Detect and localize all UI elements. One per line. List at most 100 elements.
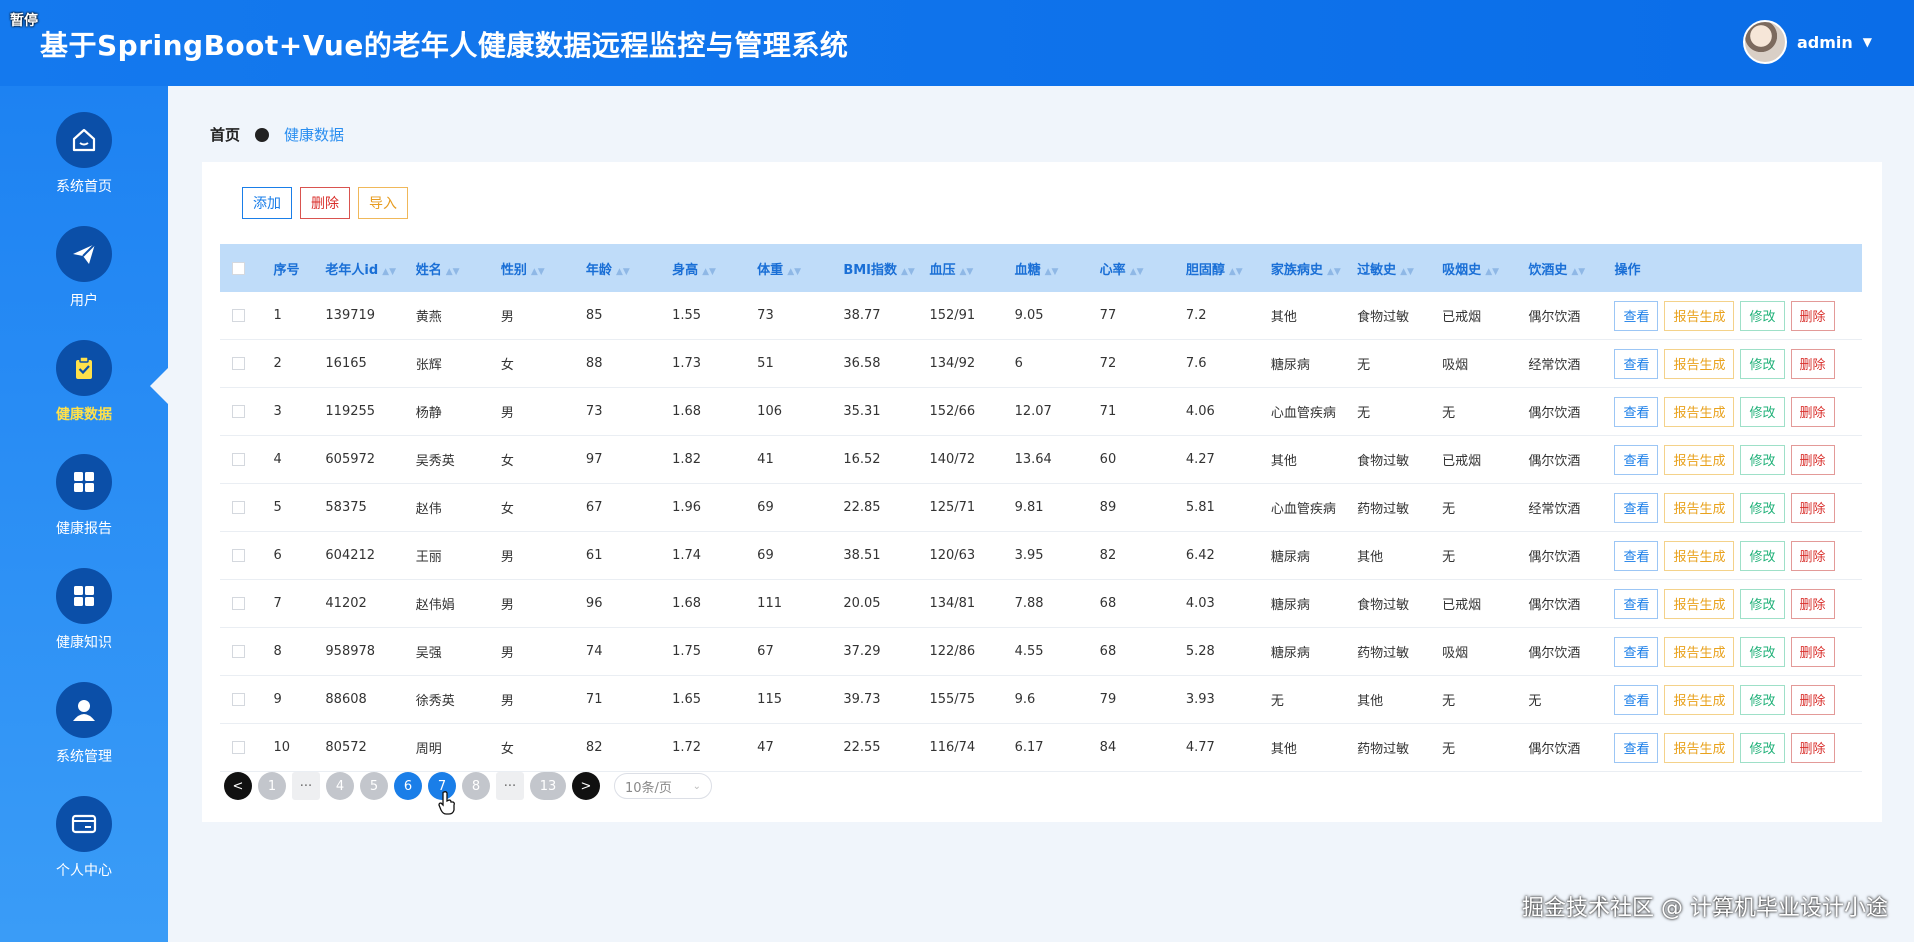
row-checkbox-cell[interactable]: [220, 723, 262, 772]
sidebar-item-system-management[interactable]: 系统管理: [0, 682, 168, 782]
sort-icon[interactable]: ▲▼: [1229, 267, 1243, 277]
sort-icon[interactable]: ▲▼: [382, 267, 396, 277]
edit-button[interactable]: 修改: [1740, 300, 1785, 331]
edit-button[interactable]: 修改: [1740, 732, 1785, 763]
view-button[interactable]: 查看: [1614, 540, 1659, 571]
sidebar-item-users[interactable]: 用户: [0, 226, 168, 326]
row-checkbox-cell[interactable]: [220, 675, 262, 724]
batch-delete-button[interactable]: 删除: [300, 187, 350, 219]
row-checkbox[interactable]: [232, 405, 245, 418]
column-header[interactable]: 老年人id ▲▼: [313, 244, 403, 292]
delete-button[interactable]: 删除: [1790, 540, 1835, 571]
row-checkbox[interactable]: [232, 549, 245, 562]
sort-icon[interactable]: ▲▼: [1571, 267, 1585, 277]
sort-icon[interactable]: ▲▼: [787, 267, 801, 277]
column-header[interactable]: 体重 ▲▼: [745, 244, 831, 292]
generate-report-button[interactable]: 报告生成: [1664, 492, 1735, 523]
row-checkbox[interactable]: [232, 693, 245, 706]
sort-icon[interactable]: ▲▼: [1130, 267, 1144, 277]
column-header[interactable]: 饮酒史 ▲▼: [1516, 244, 1602, 292]
view-button[interactable]: 查看: [1614, 588, 1659, 619]
page-ellipsis[interactable]: ···: [292, 772, 320, 800]
row-checkbox-cell[interactable]: [220, 387, 262, 436]
generate-report-button[interactable]: 报告生成: [1664, 588, 1735, 619]
generate-report-button[interactable]: 报告生成: [1664, 300, 1735, 331]
column-header[interactable]: 身高 ▲▼: [660, 244, 745, 292]
generate-report-button[interactable]: 报告生成: [1664, 684, 1735, 715]
edit-button[interactable]: 修改: [1740, 444, 1785, 475]
user-menu[interactable]: admin ▼: [1742, 20, 1872, 64]
edit-button[interactable]: 修改: [1740, 588, 1785, 619]
delete-button[interactable]: 删除: [1790, 588, 1835, 619]
username[interactable]: admin: [1797, 33, 1853, 52]
row-checkbox[interactable]: [232, 597, 245, 610]
delete-button[interactable]: 删除: [1790, 348, 1835, 379]
delete-button[interactable]: 删除: [1790, 684, 1835, 715]
current-page-button[interactable]: 6: [394, 772, 422, 800]
delete-button[interactable]: 删除: [1790, 444, 1835, 475]
sort-icon[interactable]: ▲▼: [531, 267, 545, 277]
sort-icon[interactable]: ▲▼: [616, 267, 630, 277]
page-ellipsis[interactable]: ···: [496, 772, 524, 800]
view-button[interactable]: 查看: [1614, 444, 1659, 475]
caret-down-icon[interactable]: ▼: [1863, 35, 1872, 49]
column-header[interactable]: 血压 ▲▼: [917, 244, 1002, 292]
sort-icon[interactable]: ▲▼: [1400, 267, 1414, 277]
select-all-checkbox[interactable]: [232, 261, 245, 275]
delete-button[interactable]: 删除: [1790, 492, 1835, 523]
view-button[interactable]: 查看: [1614, 732, 1659, 763]
row-checkbox-cell[interactable]: [220, 483, 262, 532]
sort-icon[interactable]: ▲▼: [901, 267, 915, 277]
column-header[interactable]: 胆固醇 ▲▼: [1174, 244, 1259, 292]
row-checkbox[interactable]: [232, 645, 245, 658]
column-header[interactable]: 过敏史 ▲▼: [1345, 244, 1430, 292]
generate-report-button[interactable]: 报告生成: [1664, 732, 1735, 763]
page-button[interactable]: 13: [530, 772, 566, 800]
edit-button[interactable]: 修改: [1740, 492, 1785, 523]
row-checkbox[interactable]: [232, 453, 245, 466]
column-header[interactable]: 吸烟史 ▲▼: [1430, 244, 1516, 292]
row-checkbox-cell[interactable]: [220, 339, 262, 388]
column-header[interactable]: 姓名 ▲▼: [404, 244, 489, 292]
edit-button[interactable]: 修改: [1740, 396, 1785, 427]
sidebar-item-health-data[interactable]: 健康数据: [0, 340, 168, 440]
column-header[interactable]: 家族病史 ▲▼: [1259, 244, 1345, 292]
import-button[interactable]: 导入: [358, 187, 408, 219]
select-all-checkbox-cell[interactable]: [220, 244, 262, 292]
edit-button[interactable]: 修改: [1740, 540, 1785, 571]
delete-button[interactable]: 删除: [1790, 636, 1835, 667]
sort-icon[interactable]: ▲▼: [1045, 267, 1059, 277]
sort-icon[interactable]: ▲▼: [959, 267, 973, 277]
edit-button[interactable]: 修改: [1740, 348, 1785, 379]
row-checkbox[interactable]: [232, 357, 245, 370]
row-checkbox-cell[interactable]: [220, 292, 262, 340]
row-checkbox[interactable]: [232, 501, 245, 514]
delete-button[interactable]: 删除: [1790, 396, 1835, 427]
view-button[interactable]: 查看: [1614, 300, 1659, 331]
edit-button[interactable]: 修改: [1740, 684, 1785, 715]
view-button[interactable]: 查看: [1614, 492, 1659, 523]
row-checkbox-cell[interactable]: [220, 627, 262, 676]
view-button[interactable]: 查看: [1614, 348, 1659, 379]
column-header[interactable]: 心率 ▲▼: [1088, 244, 1174, 292]
generate-report-button[interactable]: 报告生成: [1664, 396, 1735, 427]
sort-icon[interactable]: ▲▼: [702, 267, 716, 277]
delete-button[interactable]: 删除: [1790, 732, 1835, 763]
sidebar-item-health-report[interactable]: 健康报告: [0, 454, 168, 554]
sidebar-item-health-knowledge[interactable]: 健康知识: [0, 568, 168, 668]
delete-button[interactable]: 删除: [1790, 300, 1835, 331]
column-header[interactable]: 性别 ▲▼: [489, 244, 574, 292]
breadcrumb-home[interactable]: 首页: [210, 124, 240, 145]
generate-report-button[interactable]: 报告生成: [1664, 444, 1735, 475]
column-header[interactable]: BMI指数 ▲▼: [831, 244, 917, 292]
page-button[interactable]: 4: [326, 772, 354, 800]
sort-icon[interactable]: ▲▼: [1327, 267, 1341, 277]
sort-icon[interactable]: ▲▼: [1485, 267, 1499, 277]
generate-report-button[interactable]: 报告生成: [1664, 540, 1735, 571]
generate-report-button[interactable]: 报告生成: [1664, 348, 1735, 379]
page-size-select[interactable]: 10条/页 ⌄: [614, 773, 712, 799]
row-checkbox[interactable]: [232, 741, 245, 754]
sort-icon[interactable]: ▲▼: [446, 267, 460, 277]
page-button[interactable]: 1: [258, 772, 286, 800]
view-button[interactable]: 查看: [1614, 396, 1659, 427]
